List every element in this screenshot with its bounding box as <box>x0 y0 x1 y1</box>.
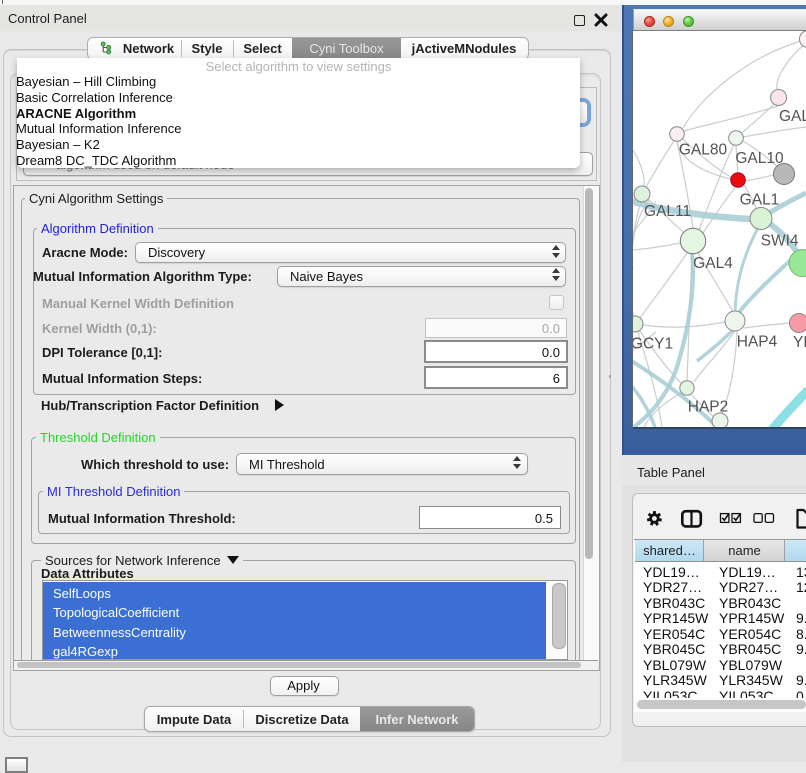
svg-text:GCY1: GCY1 <box>633 336 673 353</box>
svg-text:GAL11: GAL11 <box>644 203 691 220</box>
svg-text:SWI4: SWI4 <box>761 233 799 250</box>
svg-text:HAP4: HAP4 <box>737 334 778 351</box>
svg-text:YE: YE <box>793 334 806 351</box>
svg-text:GAL80: GAL80 <box>679 142 728 159</box>
svg-text:HAP2: HAP2 <box>688 399 729 416</box>
svg-text:GAL7: GAL7 <box>779 108 806 125</box>
svg-text:GAL1: GAL1 <box>740 192 780 209</box>
svg-text:GAL4: GAL4 <box>693 255 733 272</box>
svg-text:GAL10: GAL10 <box>735 150 784 167</box>
